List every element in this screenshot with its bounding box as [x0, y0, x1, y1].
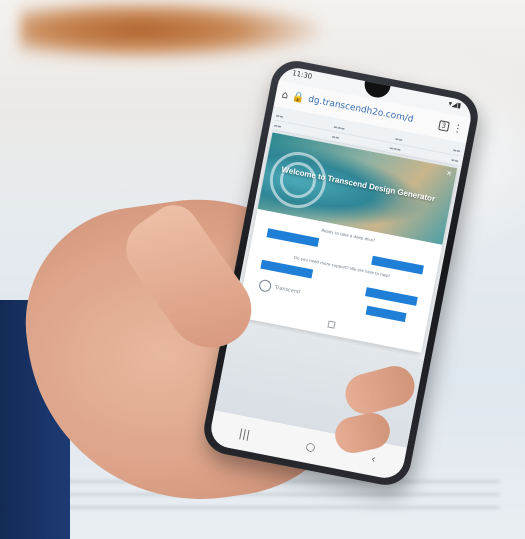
kebab-menu-icon[interactable]: ⋮ — [452, 122, 464, 135]
home-icon[interactable]: ⌂ — [281, 89, 289, 101]
phone-screen: 11:30 ▾◢▮ ⌂ 🔒 dg.transcendh2o.com/d 3 ⋮ … — [207, 64, 475, 482]
web-app: ▬▬ ▬▬▬ ▬▬ ▬▬ ▬▬ ▬▬ ▬▬▬ ▬▬ Welcome to Transcend… — [214, 106, 467, 448]
lock-icon[interactable]: 🔒 — [291, 91, 305, 104]
photo-scene: 11:30 ▾◢▮ ⌂ 🔒 dg.transcendh2o.com/d 3 ⋮ … — [0, 0, 525, 539]
blue-button-1[interactable] — [266, 228, 320, 248]
tab-count-button[interactable]: 3 — [437, 119, 450, 132]
blue-button-3[interactable] — [260, 259, 314, 279]
back-icon[interactable]: ‹ — [370, 452, 377, 466]
blue-button-4[interactable] — [365, 287, 418, 306]
blurred-background-warm — [20, 0, 320, 60]
brand-name: Transcend — [274, 284, 301, 296]
status-time: 11:30 — [291, 69, 313, 81]
brand-ring-icon — [258, 278, 273, 293]
status-icons: ▾◢▮ — [447, 99, 462, 110]
welcome-modal: Welcome to Transcend Design Generator ✕ … — [236, 132, 458, 353]
blue-button-5[interactable] — [365, 305, 407, 323]
recents-icon[interactable]: ||| — [238, 426, 251, 441]
checkbox[interactable] — [326, 320, 336, 329]
brand-logo: Transcend — [258, 278, 301, 299]
close-icon[interactable]: ✕ — [445, 169, 452, 178]
nav-home-icon[interactable]: ○ — [305, 439, 317, 454]
